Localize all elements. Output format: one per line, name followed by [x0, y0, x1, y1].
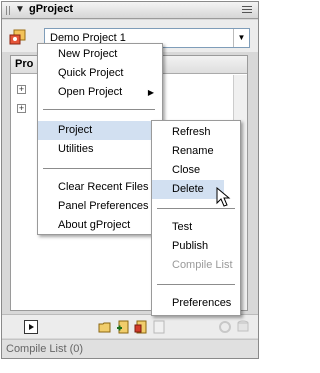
- panel-titlebar[interactable]: ▼ gProject: [2, 2, 258, 19]
- submenu-item-preferences[interactable]: Preferences: [152, 294, 240, 313]
- submenu-item-refresh[interactable]: Refresh: [152, 123, 240, 142]
- submenu-item-test[interactable]: Test: [152, 218, 240, 237]
- menu-item-clear-recent-files[interactable]: Clear Recent Files: [38, 178, 162, 197]
- open-folder-icon[interactable]: [98, 320, 112, 334]
- menu-item-project[interactable]: Project: [38, 121, 152, 140]
- menu-separator: [43, 168, 151, 169]
- menu-item-open-project[interactable]: Open Project ▶: [38, 83, 162, 102]
- bottom-toolbar: [2, 314, 258, 338]
- database-icon: [237, 320, 249, 332]
- menu-item-about-gproject[interactable]: About gProject: [38, 216, 162, 235]
- submenu-item-compile-list: Compile List: [172, 259, 233, 271]
- mouse-cursor-icon: [216, 187, 231, 207]
- submenu-arrow-icon: ▶: [147, 88, 154, 97]
- remove-file-icon[interactable]: [134, 320, 148, 334]
- add-file-icon[interactable]: [116, 320, 130, 334]
- menu-item-label: Open Project: [58, 86, 123, 98]
- status-text: Compile List (0): [6, 343, 84, 355]
- submenu-item-rename[interactable]: Rename: [152, 142, 240, 161]
- expand-icon[interactable]: +: [17, 85, 26, 94]
- project-icon: [9, 29, 26, 45]
- chevron-down-icon[interactable]: ▼: [233, 29, 249, 47]
- play-icon[interactable]: [24, 320, 38, 334]
- menu-item-panel-preferences[interactable]: Panel Preferences: [38, 197, 162, 216]
- menu-separator: [157, 284, 235, 285]
- status-bar: Compile List (0): [2, 339, 258, 358]
- panel-title: gProject: [29, 3, 74, 15]
- menu-separator: [43, 109, 155, 110]
- collapse-arrow-icon[interactable]: ▼: [15, 4, 25, 15]
- expand-icon[interactable]: +: [17, 104, 26, 113]
- grip-icon[interactable]: [6, 6, 12, 15]
- panel-options-icon[interactable]: [242, 6, 252, 15]
- menu-item-utilities[interactable]: Utilities: [38, 140, 162, 159]
- project-submenu: Refresh Rename Close Delete Test Publish…: [151, 120, 241, 316]
- tree-header-label: Pro: [15, 58, 34, 70]
- menu-item-new-project[interactable]: New Project: [38, 45, 162, 64]
- submenu-item-delete[interactable]: Delete: [152, 180, 224, 199]
- submenu-item-publish[interactable]: Publish: [152, 237, 240, 256]
- main-menu: New Project Quick Project Open Project ▶…: [37, 43, 163, 235]
- file-settings-icon: [153, 320, 165, 334]
- sync-icon: [219, 321, 231, 333]
- submenu-item-close[interactable]: Close: [152, 161, 240, 180]
- menu-item-quick-project[interactable]: Quick Project: [38, 64, 162, 83]
